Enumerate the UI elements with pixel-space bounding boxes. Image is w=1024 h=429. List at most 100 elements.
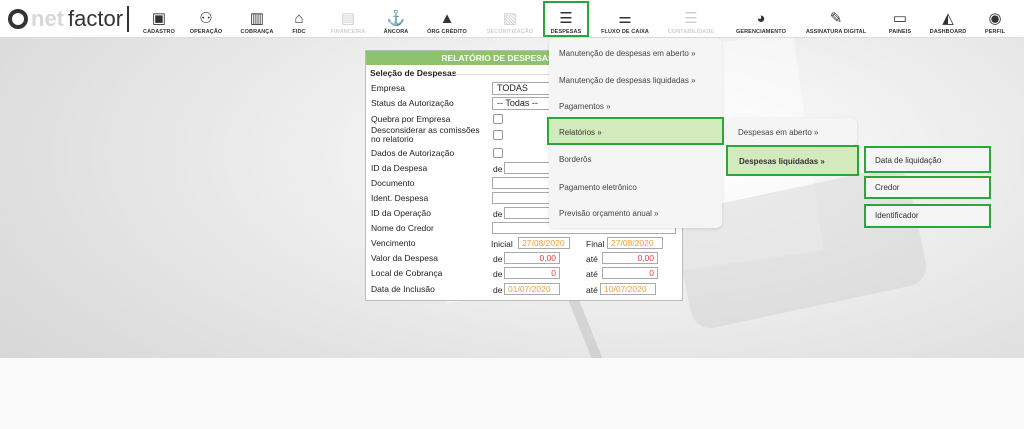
- warning-icon: ▲: [439, 10, 455, 27]
- prefix-de: de: [493, 254, 503, 264]
- label-empresa: Empresa: [371, 83, 406, 93]
- nav-assinatura-digital[interactable]: ✎ ASSINATURA DIGITAL: [800, 3, 872, 35]
- area-chart-icon: ◭: [942, 10, 954, 27]
- menu-item-borderos[interactable]: Borderôs: [559, 155, 591, 164]
- id-card-icon: ▣: [151, 10, 167, 27]
- menu-item-despesas-liquidadas[interactable]: Despesas liquidadas »: [726, 145, 859, 176]
- nav-label: SECURITIZAÇÃO: [486, 29, 534, 35]
- logo-factor: factor: [68, 6, 124, 31]
- label-quebra: Quebra por Empresa: [371, 114, 451, 124]
- nav-label: ÂNCORA: [383, 29, 409, 35]
- menu-item-manutencao-aberto[interactable]: Manutenção de despesas em aberto »: [559, 49, 696, 58]
- documento-input[interactable]: [492, 177, 550, 189]
- label-local: Local de Cobrança: [371, 268, 443, 278]
- nav-gerenciamento[interactable]: ◕ GERENCIAMENTO: [730, 3, 792, 35]
- menu-item-pagamentos[interactable]: Pagamentos »: [559, 102, 611, 111]
- vencimento-final-input[interactable]: 27/08/2020: [607, 237, 663, 249]
- label-inclusao: Data de Inclusão: [371, 284, 435, 294]
- pie-chart-icon: ◕: [756, 10, 766, 27]
- nav-org-credito[interactable]: ▲ ÓRG CRÉDITO: [422, 3, 472, 35]
- quebra-checkbox[interactable]: [493, 114, 503, 124]
- logo-net: net: [31, 6, 64, 31]
- dados-checkbox[interactable]: [493, 148, 503, 158]
- prefix-de: de: [493, 209, 503, 219]
- nav-label: FIDC: [292, 29, 306, 35]
- nav-label: ASSINATURA DIGITAL: [805, 29, 867, 35]
- barcode-icon: ▥: [249, 10, 265, 27]
- logo-circle-icon: [8, 9, 28, 29]
- nav-label: DESPESAS: [550, 29, 582, 35]
- menu-item-credor[interactable]: Credor: [864, 176, 991, 199]
- nav-paineis[interactable]: ▭ PAINEIS: [882, 3, 918, 35]
- prefix-final: Final: [586, 239, 605, 249]
- id-despesa-input[interactable]: [504, 162, 550, 174]
- nav-operacao[interactable]: ⚇ OPERAÇÃO: [186, 3, 226, 35]
- top-navbar: net factor ▣ CADASTRO ⚇ OPERAÇÃO ▥ COBRA…: [0, 0, 1024, 38]
- nav-label: DASHBOARD: [929, 29, 967, 35]
- nav-label: FLUXO DE CAIXA: [601, 29, 649, 35]
- nav-label: ÓRG CRÉDITO: [427, 29, 467, 35]
- nav-label: COBRANÇA: [240, 29, 274, 35]
- menu-item-relatorios[interactable]: Relatórios »: [547, 117, 724, 145]
- despesas-liquidadas-label: Despesas liquidadas »: [739, 157, 825, 166]
- prefix-ate: até: [586, 269, 598, 279]
- nav-contabilidade[interactable]: ☰ CONTABILIDADE: [662, 3, 720, 35]
- id-operacao-input[interactable]: [504, 207, 550, 219]
- identificador-label: Identificador: [875, 211, 919, 220]
- local-de-input[interactable]: 0: [504, 267, 560, 279]
- ident-despesa-input[interactable]: [492, 192, 550, 204]
- nav-financeira[interactable]: ▤ FINANCEIRA: [326, 3, 370, 35]
- anchor-icon: ⚓: [386, 10, 406, 27]
- menu-item-despesas-aberto[interactable]: Despesas em aberto »: [738, 128, 819, 137]
- list-icon: ☰: [559, 10, 573, 27]
- inclusao-de-input[interactable]: 01/07/2020: [504, 283, 560, 295]
- menu-item-previsao-orcamento[interactable]: Previsão orçamento anual »: [559, 209, 659, 218]
- label-valor: Valor da Despesa: [371, 253, 438, 263]
- nav-ancora[interactable]: ⚓ ÂNCORA: [380, 3, 412, 35]
- user-icon: ◉: [988, 10, 1002, 27]
- menu-item-identificador[interactable]: Identificador: [864, 204, 991, 228]
- prefix-de: de: [493, 164, 503, 174]
- label-documento: Documento: [371, 178, 415, 188]
- menu-item-manutencao-liquidadas[interactable]: Manutenção de despesas liquidadas »: [559, 76, 696, 85]
- prefix-ate: até: [586, 285, 598, 295]
- nav-fluxo-de-caixa[interactable]: ⚌ FLUXO DE CAIXA: [596, 3, 654, 35]
- nav-perfil[interactable]: ◉ PERFIL: [980, 3, 1010, 35]
- valor-de-input[interactable]: 0,00: [504, 252, 560, 264]
- inclusao-ate-input[interactable]: 10/07/2020: [600, 283, 656, 295]
- relatorios-submenu: Despesas em aberto »: [727, 118, 857, 146]
- prefix-inicial: Inicial: [491, 239, 513, 249]
- relatorios-label: Relatórios »: [559, 128, 602, 137]
- label-status: Status da Autorização: [371, 98, 454, 108]
- nav-label: GERENCIAMENTO: [735, 29, 787, 35]
- menu-item-data-liquidacao[interactable]: Data de liquidação: [864, 146, 991, 173]
- prefix-de: de: [493, 285, 503, 295]
- nav-despesas[interactable]: ☰ DESPESAS: [543, 1, 589, 37]
- label-ident: Ident. Despesa: [371, 193, 429, 203]
- data-liquidacao-label: Data de liquidação: [875, 156, 942, 165]
- desconsiderar-checkbox[interactable]: [493, 130, 503, 140]
- ledger-icon: ☰: [684, 10, 698, 27]
- nav-label: FINANCEIRA: [330, 29, 366, 35]
- monitor-icon: ▭: [892, 10, 908, 27]
- menu-item-pagamento-eletronico[interactable]: Pagamento eletrônico: [559, 183, 637, 192]
- status-select[interactable]: -- Todas --: [492, 97, 552, 110]
- label-id-operacao: ID da Operação: [371, 208, 432, 218]
- vencimento-inicial-input[interactable]: 27/08/2020: [518, 237, 570, 249]
- empresa-select[interactable]: TODAS: [492, 82, 552, 95]
- sliders-icon: ⚌: [618, 10, 632, 27]
- local-ate-input[interactable]: 0: [602, 267, 658, 279]
- nav-cobranca[interactable]: ▥ COBRANÇA: [236, 3, 278, 35]
- bank-icon: ⌂: [294, 10, 304, 27]
- valor-ate-input[interactable]: 0,00: [602, 252, 658, 264]
- form-section-title: Seleção de Despesas: [370, 68, 457, 78]
- brand-logo[interactable]: net factor: [8, 6, 123, 32]
- credor-label: Credor: [875, 183, 900, 192]
- prefix-de: de: [493, 269, 503, 279]
- nav-cadastro[interactable]: ▣ CADASTRO: [141, 3, 177, 35]
- nav-securitizacao[interactable]: ▧ SECURITIZAÇÃO: [482, 3, 538, 35]
- label-dados: Dados de Autorização: [371, 148, 455, 158]
- nav-fidc[interactable]: ⌂ FIDC: [286, 3, 312, 35]
- nav-dashboard[interactable]: ◭ DASHBOARD: [924, 3, 972, 35]
- nav-label: PAINEIS: [888, 29, 912, 35]
